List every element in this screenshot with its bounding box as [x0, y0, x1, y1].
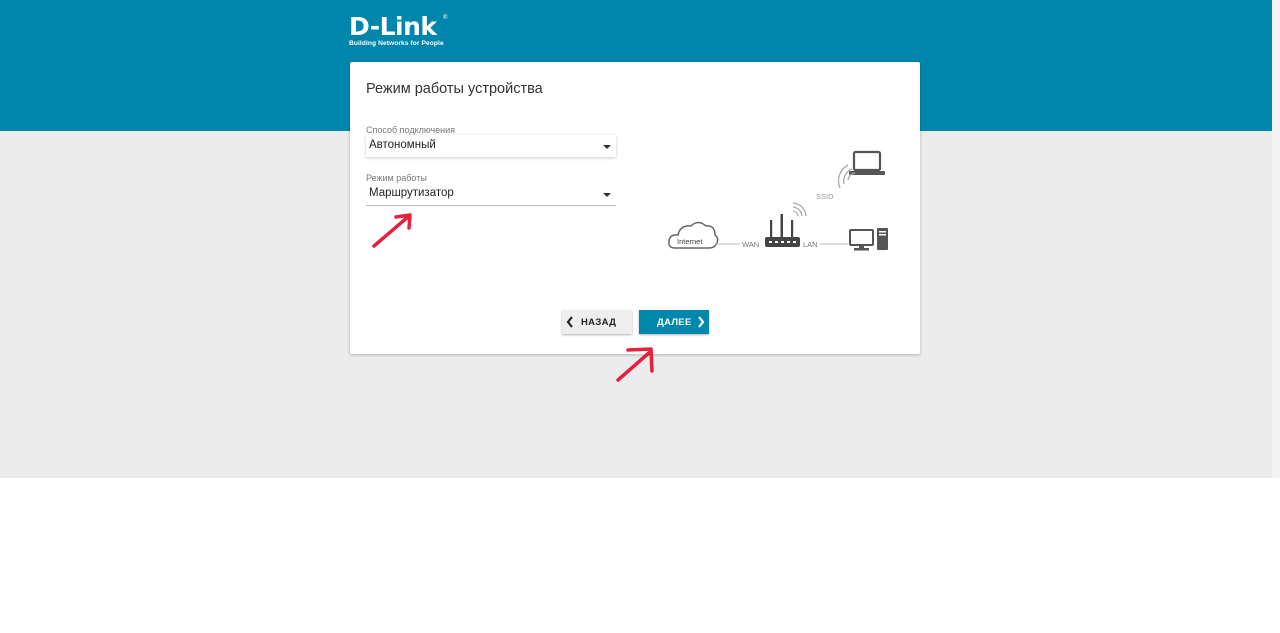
laptop-icon	[849, 150, 885, 175]
page-title: Режим работы устройства	[366, 81, 543, 97]
device-mode-panel: Режим работы устройства Способ подключен…	[350, 62, 920, 354]
connection-method-value: Автономный	[369, 139, 436, 151]
annotation-arrow-next	[616, 347, 654, 382]
wifi-icon	[837, 164, 856, 189]
logo-tagline: Building Networks for People	[349, 40, 444, 47]
wan-label: WAN	[742, 240, 759, 249]
lan-label: LAN	[803, 240, 818, 249]
back-button[interactable]: НАЗАД	[562, 310, 632, 334]
connection-method-select[interactable]: Автономный	[366, 135, 616, 157]
ssid-label: SSID	[816, 192, 834, 201]
next-button[interactable]: ДАЛЕЕ	[639, 310, 709, 334]
logo-wordmark: D-Link	[349, 12, 437, 41]
connection-method-label: Способ подключения	[366, 125, 455, 135]
chevron-right-icon	[698, 316, 705, 328]
desktop-icon	[849, 228, 888, 251]
cloud-icon: Internet	[668, 221, 719, 249]
annotation-arrow-mode	[372, 213, 412, 248]
router-icon	[765, 214, 800, 247]
caret-down-icon	[603, 193, 611, 197]
back-button-label: НАЗАД	[581, 317, 617, 328]
operation-mode-label: Режим работы	[366, 173, 427, 183]
operation-mode-value: Маршрутизатор	[369, 187, 454, 199]
operation-mode-select[interactable]: Маршрутизатор	[366, 183, 616, 206]
scrollbar-track[interactable]	[1272, 0, 1280, 478]
chevron-left-icon	[566, 316, 573, 328]
logo-registered-mark: ®	[443, 15, 448, 21]
next-button-label: ДАЛЕЕ	[657, 317, 692, 328]
internet-label: Internet	[677, 237, 703, 246]
dlink-logo: D-Link ® Building Networks for People	[349, 12, 448, 48]
wifi-icon	[792, 202, 807, 217]
caret-down-icon	[603, 145, 611, 149]
network-diagram: SSID Internet WAN LAN	[668, 150, 888, 251]
